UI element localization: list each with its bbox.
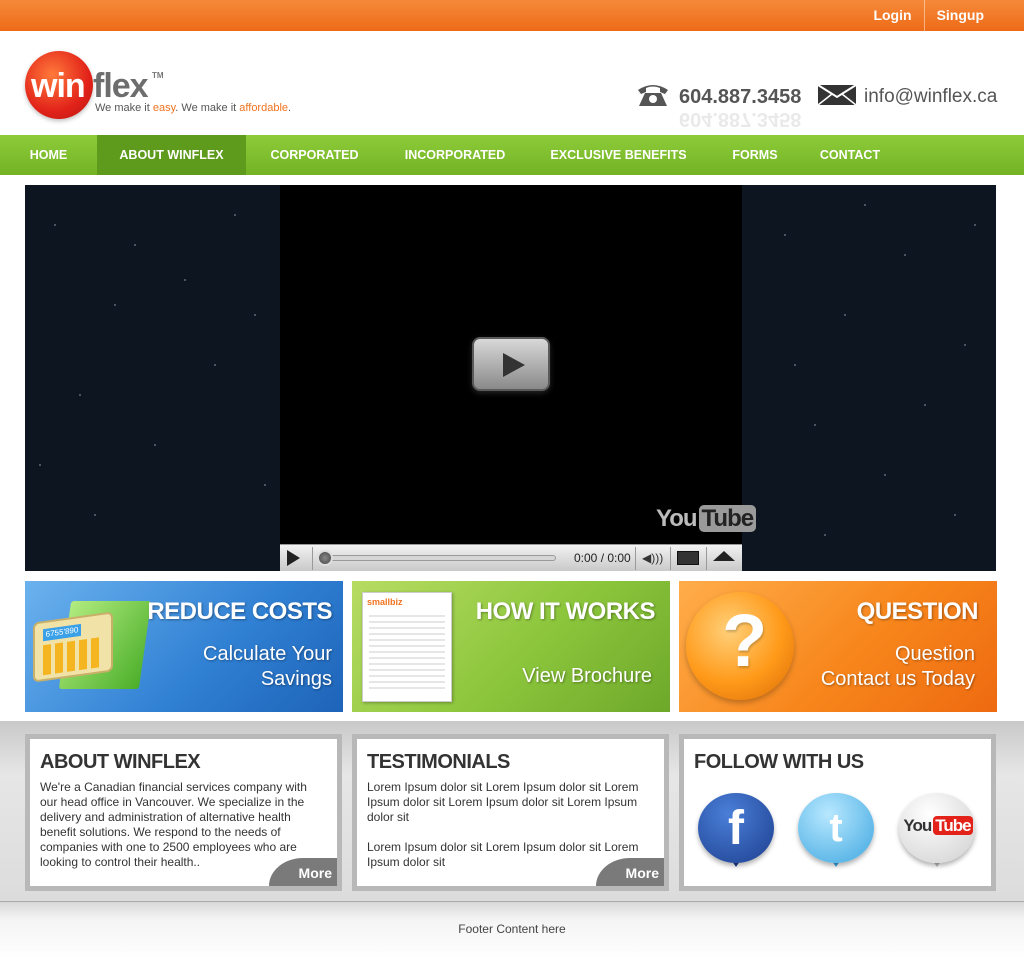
promo-subtitle: Calculate Your [203,643,332,665]
testimonials-title: TESTIMONIALS [367,751,510,773]
seek-bar[interactable] [322,555,556,561]
about-box: ABOUT WINFLEX We're a Canadian financial… [25,734,342,891]
main-nav: HOME ABOUT WINFLEX CORPORATED INCORPORAT… [0,135,1024,175]
nav-item-corporated[interactable]: CORPORATED [246,135,383,175]
testimonials-box: TESTIMONIALS Lorem Ipsum dolor sit Lorem… [352,734,669,891]
video-player[interactable]: You Tube 0:00 / 0:00 ◀))) [280,185,757,571]
divider [670,547,671,570]
seek-handle[interactable] [317,550,333,566]
info-section: ABOUT WINFLEX We're a Canadian financial… [0,721,1024,901]
signup-link[interactable]: Singup [925,0,996,31]
facebook-icon[interactable]: f [698,793,776,869]
tagline-part: We make it [95,102,153,114]
screen-size-icon[interactable] [677,551,699,565]
promo-subtitle: Savings [260,668,332,690]
nav-item-home[interactable]: HOME [0,135,97,175]
promo-how-it-works[interactable]: smallbiz HOW IT WORKS View Brochure [352,581,670,712]
promo-subtitle: Question [894,643,975,665]
twitter-icon[interactable]: t [798,793,876,869]
about-title: ABOUT WINFLEX [40,751,201,773]
phone-number-reflection: 604.887.3458 [679,108,802,130]
login-link[interactable]: Login [861,0,923,31]
calculator-keys [43,636,103,676]
brochure-brand: smallbiz [367,597,403,607]
follow-title: FOLLOW WITH US [694,751,864,773]
youtube-glyph: You Tube [899,793,975,863]
brochure-lines [369,615,445,693]
logo-text-win[interactable]: win [31,67,86,106]
yt-tube: Tube [698,505,757,532]
footer: Footer Content here [0,901,1024,959]
footer-text: Footer Content here [458,922,566,936]
divider [312,547,313,570]
promo-title: HOW IT WORKS [475,598,656,625]
tagline: We make it easy. We make it affordable. [95,102,291,114]
expand-up-icon[interactable] [713,551,735,561]
question-mark: ? [722,599,768,682]
twitter-glyph: t [829,806,843,850]
promo-subtitle: View Brochure [522,665,652,687]
promo-title: REDUCE COSTS [147,598,332,625]
play-button-icon[interactable] [472,337,550,391]
logo-text-flex[interactable]: flex [93,67,149,106]
promo-title: QUESTION [856,598,979,625]
testimonials-text: Lorem Ipsum dolor sit Lorem Ipsum dolor … [367,780,639,824]
youtube-icon[interactable]: You Tube [899,793,977,869]
youtube-watermark: You Tube [656,505,757,533]
promo-question[interactable]: ? QUESTION Question Contact us Today [679,581,997,712]
nav-item-forms[interactable]: FORMS [710,135,800,175]
calculator-display: 6755'890 [43,623,81,642]
nav-item-incorporated[interactable]: INCORPORATED [383,135,527,175]
calculator-icon: 6755'890 [33,611,113,683]
video-banner: You Tube 0:00 / 0:00 ◀))) [25,185,996,571]
nav-item-exclusive-benefits[interactable]: EXCLUSIVE BENEFITS [527,135,710,175]
header: win flex TM We make it easy. We make it … [0,31,1024,135]
tagline-easy: easy [152,102,176,114]
play-icon[interactable] [287,550,300,566]
follow-box: FOLLOW WITH US f t You Tube [679,734,996,891]
tagline-part: . We make it [175,102,240,114]
telephone-icon [638,85,668,106]
yt-you: You [656,505,698,532]
divider [635,547,636,570]
yt-you: You [903,816,932,835]
envelope-icon [817,84,857,106]
nav-item-about-winflex[interactable]: ABOUT WINFLEX [97,135,246,175]
phone-number[interactable]: 604.887.3458 [679,86,801,109]
facebook-glyph: f [728,802,744,855]
trademark-symbol: TM [152,71,164,80]
account-links: Login Singup [861,0,996,31]
question-bubble-icon: ? [686,592,794,700]
divider [706,547,707,570]
promo-reduce-costs[interactable]: 6755'890 REDUCE COSTS Calculate Your Sav… [25,581,343,712]
yt-tube: Tube [933,816,973,835]
about-text: We're a Canadian financial services comp… [40,780,307,869]
time-display: 0:00 / 0:00 [574,551,631,565]
tagline-affordable: affordable [239,102,289,114]
top-bar: Login Singup [0,0,1024,31]
volume-icon[interactable]: ◀))) [642,551,663,565]
nav-item-contact[interactable]: CONTACT [800,135,900,175]
email-address[interactable]: info@winflex.ca [864,86,997,108]
brochure-icon: smallbiz [362,592,452,702]
promo-subtitle: Contact us Today [820,668,975,690]
player-controls: 0:00 / 0:00 ◀))) [280,544,742,571]
tagline-part: . [288,102,292,114]
